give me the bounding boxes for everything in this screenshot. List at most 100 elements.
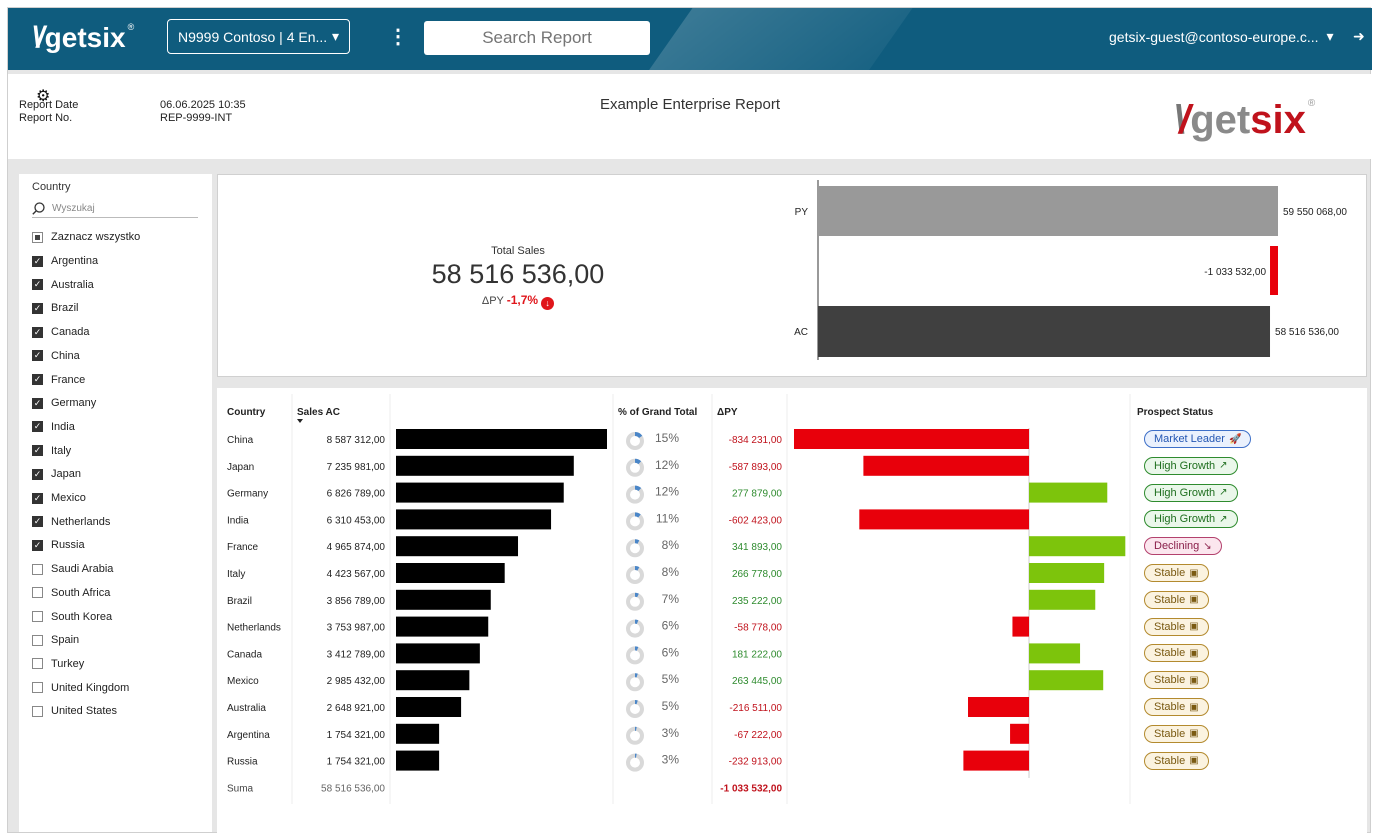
filter-item-label: China — [51, 350, 80, 362]
filter-item-italy[interactable]: ✓Italy — [32, 442, 71, 460]
checkbox-unchecked[interactable] — [32, 682, 43, 693]
checkbox-checked[interactable]: ✓ — [32, 493, 43, 504]
py-ac-variance-chart: PYAC59 550 068,00-1 033 532,0058 516 536… — [778, 175, 1368, 378]
filter-item-saudi-arabia[interactable]: Saudi Arabia — [32, 560, 113, 578]
checkbox-unchecked[interactable] — [32, 564, 43, 575]
table-row-country: Japan — [227, 462, 254, 473]
table-row-pct: 8% — [662, 538, 680, 552]
prospect-status-badge: Stable▣ — [1144, 564, 1209, 582]
checkbox-checked[interactable]: ✓ — [32, 303, 43, 314]
report-no-label: Report No. — [19, 112, 72, 124]
filter-item-canada[interactable]: ✓ Canada — [32, 323, 90, 341]
donut-track — [628, 756, 642, 770]
sales-bar — [396, 670, 469, 690]
user-email: getsix-guest@contoso-europe.c... — [1109, 29, 1319, 45]
sales-bar — [396, 483, 564, 503]
more-menu-icon[interactable]: ⋮ — [388, 24, 398, 49]
sales-bar — [396, 456, 574, 476]
checkbox-checked[interactable]: ✓ — [32, 256, 43, 267]
donut-track — [628, 702, 642, 716]
getsix-logo[interactable]: \/ getsix ® — [32, 20, 134, 56]
prospect-status-badge: Stable▣ — [1144, 752, 1209, 770]
checkbox-checked[interactable]: ✓ — [32, 374, 43, 385]
filter-select-all[interactable]: Zaznacz wszystko — [32, 228, 140, 246]
filter-item-australia[interactable]: ✓Australia — [32, 276, 94, 294]
table-row-dpy: -58 778,00 — [734, 623, 782, 634]
filter-item-spain[interactable]: Spain — [32, 631, 79, 649]
logo-mark-icon: \/ — [32, 21, 41, 55]
checkbox-checked[interactable]: ✓ — [32, 350, 43, 361]
search-report-input[interactable] — [424, 21, 650, 55]
checkbox-checked[interactable]: ✓ — [32, 398, 43, 409]
sales-bar — [396, 590, 491, 610]
filter-search-field[interactable]: Wyszukaj — [32, 199, 198, 218]
prospect-status-badge: High Growth↗ — [1144, 457, 1238, 475]
sales-bar — [396, 751, 439, 771]
topbar-decoration — [636, 8, 919, 70]
checkbox-unchecked[interactable] — [32, 635, 43, 646]
filter-item-label: Spain — [51, 634, 79, 646]
filter-item-label: United Kingdom — [51, 682, 129, 694]
filter-item-united-states[interactable]: United States — [32, 702, 117, 720]
filter-item-south-africa[interactable]: South Africa — [32, 584, 110, 602]
filter-item-label: India — [51, 421, 75, 433]
user-menu[interactable]: getsix-guest@contoso-europe.c... ▾ — [1109, 28, 1334, 45]
filter-item-united-kingdom[interactable]: United Kingdom — [32, 679, 129, 697]
filter-item-label: Mexico — [51, 492, 86, 504]
workspace-selector[interactable]: N9999 Contoso | 4 En... ▾ — [167, 19, 350, 54]
checkbox-unchecked[interactable] — [32, 658, 43, 669]
checkbox-checked[interactable]: ✓ — [32, 516, 43, 527]
filter-item-south-korea[interactable]: South Korea — [32, 608, 112, 626]
status-badge-label: Stable — [1154, 701, 1185, 713]
checkbox-checked[interactable]: ✓ — [32, 540, 43, 551]
filter-item-turkey[interactable]: Turkey — [32, 655, 84, 673]
filter-item-mexico[interactable]: ✓ Mexico — [32, 489, 86, 507]
checkbox-checked[interactable]: ✓ — [32, 327, 43, 338]
logout-icon[interactable]: ➜ — [1353, 28, 1365, 45]
checkbox-partial[interactable] — [32, 232, 43, 243]
filter-item-china[interactable]: ✓ China — [32, 347, 80, 365]
stable-icon: ▣ — [1189, 728, 1198, 739]
donut-track — [628, 622, 642, 636]
checkbox-checked[interactable]: ✓ — [32, 469, 43, 480]
table-row-dpy: 266 778,00 — [732, 569, 782, 580]
filter-item-netherlands[interactable]: ✓Netherlands — [32, 513, 110, 531]
table-row-sales: 1 754 321,00 — [327, 757, 386, 768]
checkbox-unchecked[interactable] — [32, 587, 43, 598]
chevron-down-icon: ▾ — [1327, 28, 1334, 45]
filter-item-india[interactable]: ✓ India — [32, 418, 75, 436]
dpy-negative-bar — [963, 751, 1029, 771]
status-badge-label: Declining — [1154, 540, 1199, 552]
checkbox-unchecked[interactable] — [32, 611, 43, 622]
prospect-status-badge: Stable▣ — [1144, 591, 1209, 609]
filter-item-label: South Korea — [51, 611, 112, 623]
donut-track — [628, 675, 642, 689]
search-icon — [32, 202, 45, 215]
column-header: % of Grand Total — [618, 407, 697, 418]
checkbox-checked[interactable]: ✓ — [32, 421, 43, 432]
dpy-positive-bar — [1029, 590, 1095, 610]
table-row-pct: 11% — [656, 511, 679, 525]
logo-text: getsix — [45, 22, 126, 54]
table-row-dpy: 263 445,00 — [732, 676, 782, 687]
filter-item-russia[interactable]: ✓Russia — [32, 536, 85, 554]
table-row-country: Italy — [227, 569, 245, 580]
table-row-pct: 5% — [662, 672, 680, 686]
checkbox-checked[interactable]: ✓ — [32, 445, 43, 456]
trend-up-icon: ↗ — [1219, 514, 1227, 525]
dpy-positive-bar — [1029, 483, 1107, 503]
table-row-sales: 3 856 789,00 — [327, 596, 386, 607]
filter-item-label: Turkey — [51, 658, 84, 670]
filter-item-label: Canada — [51, 326, 90, 338]
filter-item-japan[interactable]: ✓Japan — [32, 465, 81, 483]
donut-fill — [635, 514, 639, 516]
app-window: \/ getsix ® N9999 Contoso | 4 En... ▾ ⋮ … — [7, 7, 1371, 833]
filter-item-germany[interactable]: ✓Germany — [32, 394, 96, 412]
table-row-sales: 6 826 789,00 — [327, 489, 386, 500]
sales-bar — [396, 509, 551, 529]
filter-item-argentina[interactable]: ✓Argentina — [32, 252, 98, 270]
filter-item-france[interactable]: ✓France — [32, 371, 85, 389]
filter-item-brazil[interactable]: ✓Brazil — [32, 299, 79, 317]
checkbox-unchecked[interactable] — [32, 706, 43, 717]
checkbox-checked[interactable]: ✓ — [32, 279, 43, 290]
